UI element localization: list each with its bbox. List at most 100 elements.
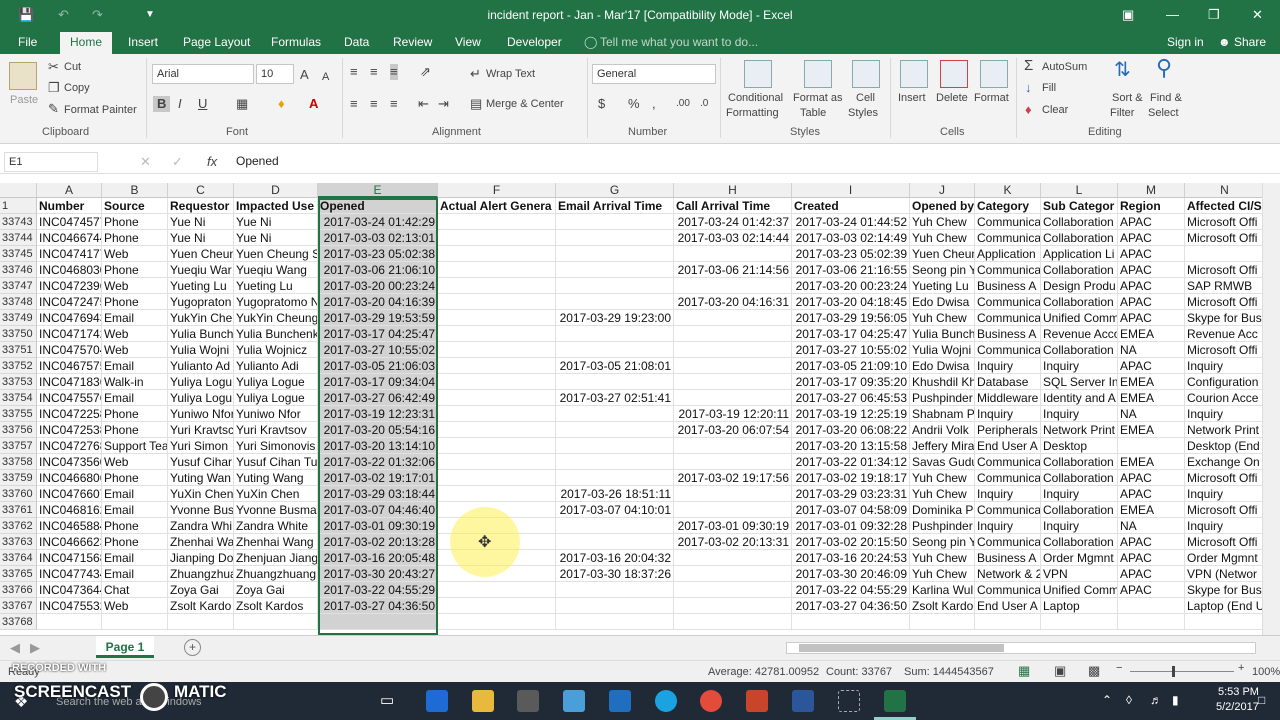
table-cell[interactable] [556,374,674,390]
table-cell[interactable]: Yueqiu War [168,262,234,278]
table-cell[interactable]: End User A [975,438,1041,454]
shrink-font-icon[interactable]: A [322,69,329,85]
table-cell[interactable]: Andrii Volk [910,422,975,438]
table-cell[interactable]: INC0465884 [37,518,102,534]
table-cell[interactable]: Yueting Lu [910,278,975,294]
table-cell[interactable]: Peripherals [975,422,1041,438]
table-cell[interactable]: 2017-03-19 12:25:19 [792,406,910,422]
table-cell[interactable]: 2017-03-02 19:17:01 [318,470,438,486]
table-cell[interactable]: Collaboration [1041,230,1118,246]
table-cell[interactable]: APAC [1118,582,1185,598]
zoom-in-button[interactable]: + [1238,662,1244,674]
table-cell[interactable] [556,326,674,342]
table-cell[interactable]: Yuniwo Nfor [234,406,318,422]
table-cell[interactable]: 2017-03-27 04:36:50 [792,598,910,614]
row-header[interactable]: 33759 [0,470,37,486]
table-cell[interactable]: 2017-03-20 13:15:58 [792,438,910,454]
table-cell[interactable]: YuXin Chen [168,486,234,502]
row-header[interactable]: 33749 [0,310,37,326]
table-cell[interactable]: Inquiry [975,358,1041,374]
table-cell[interactable]: Email [102,566,168,582]
table-cell[interactable]: EMEA [1118,374,1185,390]
fill-button[interactable]: Fill [1042,82,1056,94]
font-color-icon[interactable]: A [309,96,318,112]
table-cell[interactable]: Zandra Whi [168,518,234,534]
table-cell[interactable] [438,390,556,406]
column-header-n[interactable]: N [1185,183,1262,198]
column-header-i[interactable]: I [792,183,910,198]
row-header[interactable]: 33747 [0,278,37,294]
table-cell[interactable]: Email [102,358,168,374]
table-cell[interactable]: Yuen Cheun [910,246,975,262]
cancel-entry-icon[interactable]: ✕ [140,154,151,170]
table-cell[interactable]: Yusuf Cihar [168,454,234,470]
battery-icon[interactable]: ▮ [1172,693,1179,707]
table-cell[interactable]: 2017-03-30 20:46:09 [792,566,910,582]
table-cell[interactable]: Yue Ni [168,230,234,246]
table-cell[interactable]: 2017-03-23 05:02:38 [318,246,438,262]
table-cell[interactable]: Yuliya Logu [168,390,234,406]
header-cell[interactable]: Impacted Use [234,198,318,214]
table-cell[interactable]: 2017-03-22 01:34:12 [792,454,910,470]
table-cell[interactable]: 2017-03-29 03:23:31 [792,486,910,502]
align-center-icon[interactable]: ≡ [370,96,378,112]
table-cell[interactable] [438,550,556,566]
table-cell[interactable]: INC0477434 [37,566,102,582]
table-cell[interactable]: Configuration [1185,374,1262,390]
table-cell[interactable] [438,358,556,374]
table-cell[interactable]: Email [102,550,168,566]
table-cell[interactable] [556,598,674,614]
align-middle-icon[interactable]: ≡ [370,64,378,80]
table-cell[interactable]: Web [102,598,168,614]
table-cell[interactable] [438,438,556,454]
table-cell[interactable]: Desktop (End [1185,438,1262,454]
table-cell[interactable]: INC0468162 [37,502,102,518]
table-cell[interactable] [556,518,674,534]
column-header-d[interactable]: D [234,183,318,198]
table-cell[interactable] [674,550,792,566]
table-cell[interactable]: 2017-03-23 05:02:39 [792,246,910,262]
page-break-view-icon[interactable]: ▩ [1088,663,1100,679]
table-cell[interactable]: Zsolt Kardo [168,598,234,614]
table-cell[interactable]: Design Produ [1041,278,1118,294]
table-cell[interactable]: INC0468030 [37,262,102,278]
table-cell[interactable]: Revenue Acco [1041,326,1118,342]
table-cell[interactable] [438,310,556,326]
row-header[interactable]: 33756 [0,422,37,438]
table-cell[interactable] [674,502,792,518]
table-cell[interactable]: 2017-03-26 18:51:11 [556,486,674,502]
table-cell[interactable]: INC0473560 [37,454,102,470]
table-cell[interactable] [556,214,674,230]
word-icon[interactable] [792,690,814,712]
table-cell[interactable]: 2017-03-01 09:30:19 [318,518,438,534]
table-cell[interactable]: 2017-03-20 05:54:16 [318,422,438,438]
table-cell[interactable] [556,582,674,598]
table-cell[interactable] [674,358,792,374]
table-cell[interactable]: Inquiry [1185,358,1262,374]
column-header-m[interactable]: M [1118,183,1185,198]
table-cell[interactable]: Zandra White [234,518,318,534]
snipping-tool-icon[interactable] [838,690,860,712]
wrap-text-button[interactable]: Wrap Text [486,68,535,80]
table-cell[interactable]: Yulia Bunch [168,326,234,342]
table-cell[interactable]: Web [102,342,168,358]
borders-icon[interactable]: ▦ [236,96,248,112]
table-cell[interactable]: 2017-03-06 21:06:10 [318,262,438,278]
tab-file[interactable]: File [18,35,37,49]
tab-view[interactable]: View [455,35,481,49]
table-cell[interactable]: 2017-03-27 10:55:02 [318,342,438,358]
paste-button[interactable]: Paste [10,94,38,106]
table-cell[interactable]: 2017-03-20 04:16:31 [674,294,792,310]
table-cell[interactable]: NA [1118,342,1185,358]
column-header-a[interactable]: A [37,183,102,198]
sort-filter-button[interactable]: Sort & [1112,92,1143,104]
table-cell[interactable] [674,374,792,390]
table-cell[interactable] [975,614,1041,630]
table-cell[interactable] [438,422,556,438]
table-cell[interactable] [674,598,792,614]
table-cell[interactable]: Inquiry [1041,518,1118,534]
percent-icon[interactable]: % [628,96,640,112]
table-cell[interactable]: Email [102,502,168,518]
table-cell[interactable]: Zoya Gai [168,582,234,598]
table-cell[interactable] [556,534,674,550]
